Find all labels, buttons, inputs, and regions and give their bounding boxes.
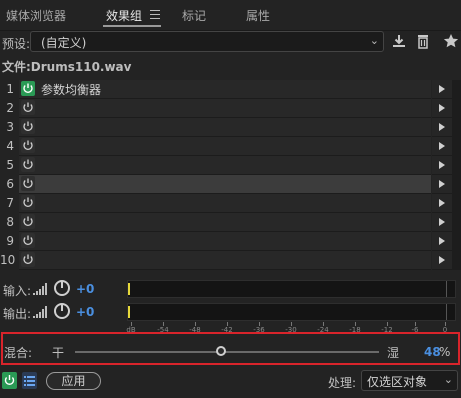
panel-menu-icon[interactable] [150, 10, 160, 19]
slot-effect-field[interactable] [19, 137, 431, 156]
chevron-down-icon: ⌄ [443, 373, 453, 386]
slot-menu-arrow-icon[interactable] [432, 175, 452, 194]
slot-effect-field[interactable] [19, 232, 431, 251]
slot-effect-field[interactable] [19, 175, 431, 194]
tab-markers[interactable]: 标记 [182, 7, 206, 24]
slot-effect-field[interactable]: 参数均衡器 [19, 80, 431, 99]
active-tab-underline [103, 25, 161, 27]
process-scope-dropdown[interactable]: 仅选区对象 ⌄ [361, 370, 458, 391]
process-scope-value: 仅选区对象 [367, 375, 428, 389]
slot-effect-field[interactable] [19, 99, 431, 118]
mix-wet-label: 湿 [387, 346, 400, 360]
save-preset-icon[interactable] [390, 33, 408, 51]
slot-effect-field[interactable] [19, 118, 431, 137]
slot-number: 6 [6, 177, 14, 191]
rack-slot[interactable]: 4 [0, 137, 461, 156]
rack-slot[interactable]: 10 [0, 251, 461, 270]
tab-effects-rack[interactable]: 效果组 [106, 7, 142, 24]
input-gain-value[interactable]: +0 [76, 282, 94, 296]
rack-slot[interactable]: 5 [0, 156, 461, 175]
slot-number: 7 [6, 196, 14, 210]
tab-properties[interactable]: 属性 [246, 7, 270, 24]
output-label: 输出: [3, 307, 32, 321]
slot-menu-arrow-icon[interactable] [432, 251, 452, 270]
process-label: 处理: [328, 376, 357, 390]
mix-label: 混合: [4, 346, 33, 360]
power-icon[interactable] [21, 119, 35, 134]
slot-menu-arrow-icon[interactable] [432, 156, 452, 175]
power-icon[interactable] [21, 81, 35, 96]
rack-slot[interactable]: 8 [0, 213, 461, 232]
apply-button[interactable]: 应用 [46, 372, 101, 390]
power-icon[interactable] [21, 176, 35, 191]
slot-number: 9 [6, 234, 14, 248]
slot-menu-arrow-icon[interactable] [432, 99, 452, 118]
list-icon [24, 376, 35, 386]
slot-menu-arrow-icon[interactable] [432, 80, 452, 99]
input-level-meter [127, 280, 456, 298]
slot-menu-arrow-icon[interactable] [432, 232, 452, 251]
mix-slider-track[interactable] [75, 351, 379, 353]
rack-list-button[interactable] [22, 372, 37, 389]
power-icon[interactable] [21, 100, 35, 115]
preset-value: (自定义) [41, 36, 87, 50]
power-icon[interactable] [21, 138, 35, 153]
favorite-star-icon[interactable] [442, 33, 460, 51]
slot-menu-arrow-icon[interactable] [432, 194, 452, 213]
power-icon [4, 375, 15, 385]
slot-number: 2 [6, 101, 14, 115]
mix-slider-thumb[interactable] [215, 346, 226, 356]
rack-slot[interactable]: 2 [0, 99, 461, 118]
delete-preset-icon[interactable] [414, 33, 432, 51]
rack-scrollbar[interactable] [452, 80, 461, 270]
power-icon[interactable] [21, 214, 35, 229]
mix-unit: % [439, 345, 451, 359]
rack-slot[interactable]: 9 [0, 232, 461, 251]
power-icon[interactable] [21, 252, 35, 267]
rack-slot[interactable]: 1 参数均衡器 [0, 80, 461, 99]
rack-slot[interactable]: 3 [0, 118, 461, 137]
tab-media-browser[interactable]: 媒体浏览器 [6, 7, 66, 24]
rack-slot-selected[interactable]: 6 [0, 175, 461, 194]
output-gain-knob[interactable] [54, 303, 70, 319]
slot-menu-arrow-icon[interactable] [432, 213, 452, 232]
input-gain-knob[interactable] [54, 280, 70, 296]
output-level-bars-icon [33, 306, 49, 318]
rack-slot[interactable]: 7 [0, 194, 461, 213]
slot-number: 8 [6, 215, 14, 229]
panel-tab-bar: 媒体浏览器 效果组 标记 属性 [0, 0, 461, 31]
slot-effect-field[interactable] [19, 251, 431, 270]
preset-dropdown[interactable]: (自定义) ⌄ [30, 31, 384, 52]
input-label: 输入: [3, 284, 32, 298]
slot-number: 10 [0, 253, 16, 267]
power-icon[interactable] [21, 233, 35, 248]
input-level-bars-icon [33, 283, 49, 295]
slot-number: 4 [6, 139, 14, 153]
effects-rack: 1 参数均衡器 2 3 4 5 6 7 8 9 10 [0, 80, 461, 270]
slot-number: 1 [6, 82, 14, 96]
output-gain-value[interactable]: +0 [76, 305, 94, 319]
power-icon[interactable] [21, 195, 35, 210]
effect-name: 参数均衡器 [41, 83, 102, 97]
output-level-meter [127, 303, 456, 321]
slot-effect-field[interactable] [19, 156, 431, 175]
chevron-down-icon: ⌄ [369, 34, 379, 47]
mix-dry-label: 干 [52, 346, 65, 360]
file-name-label: 文件:Drums110.wav [2, 60, 132, 74]
slot-menu-arrow-icon[interactable] [432, 137, 452, 156]
preset-label: 预设: [2, 37, 31, 51]
slot-effect-field[interactable] [19, 194, 431, 213]
slot-effect-field[interactable] [19, 213, 431, 232]
slot-number: 5 [6, 158, 14, 172]
slot-menu-arrow-icon[interactable] [432, 118, 452, 137]
master-power-button[interactable] [2, 372, 17, 389]
slot-number: 3 [6, 120, 14, 134]
power-icon[interactable] [21, 157, 35, 172]
